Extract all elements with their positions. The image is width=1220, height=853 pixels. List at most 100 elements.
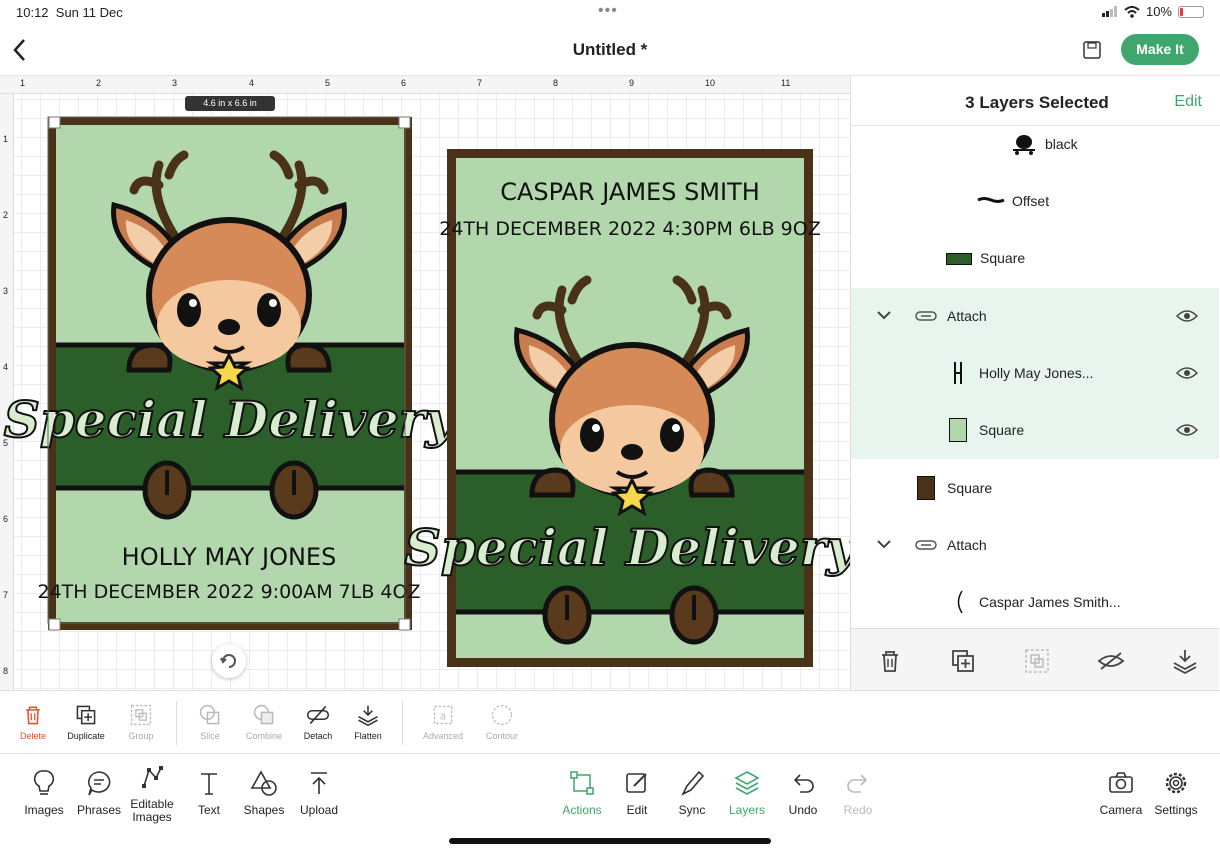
light-green-square-icon	[949, 418, 967, 442]
detach-button[interactable]: Detach	[290, 703, 346, 741]
shapes-label: Shapes	[243, 803, 285, 817]
edit-toolbar: Delete Duplicate Group Slice Combine Det…	[0, 690, 1220, 754]
text-button[interactable]: Text	[179, 768, 239, 817]
camera-label: Camera	[1099, 803, 1143, 817]
layer-group-attach[interactable]: Attach	[851, 517, 1219, 574]
layers-label: Layers	[728, 803, 766, 817]
layers-button[interactable]: Layers	[717, 768, 777, 817]
save-icon[interactable]	[1082, 40, 1102, 60]
toolbar-divider	[176, 701, 177, 745]
flatten-icon[interactable]	[1171, 647, 1199, 675]
duplicate-icon[interactable]	[949, 647, 977, 675]
layer-group-attach[interactable]: Attach	[851, 288, 1219, 345]
slice-button[interactable]: Slice	[182, 703, 238, 741]
attach-icon	[915, 540, 937, 550]
advanced-label: Advanced	[422, 731, 464, 741]
trash-icon	[26, 706, 40, 725]
selection-handle[interactable]	[398, 116, 411, 129]
chevron-down-icon[interactable]	[877, 310, 891, 320]
group-button[interactable]: Group	[113, 703, 169, 741]
editable-images-button[interactable]: Editable Images	[122, 764, 182, 824]
layer-row[interactable]: Offset	[851, 173, 1219, 230]
layer-label: Holly May Jones...	[979, 365, 1094, 381]
undo-icon	[793, 774, 814, 793]
duplicate-button[interactable]: Duplicate	[58, 703, 114, 741]
group-label: Group	[128, 731, 154, 741]
gear-icon	[1165, 772, 1187, 794]
delete-button[interactable]: Delete	[5, 703, 61, 741]
pen-icon	[681, 770, 705, 796]
rotate-icon	[220, 654, 236, 668]
layer-row[interactable]: Square	[851, 230, 1219, 287]
text-icon	[201, 773, 217, 795]
group-icon	[130, 704, 152, 726]
signal-icon	[1101, 6, 1117, 17]
make-it-button[interactable]: Make It	[1121, 34, 1199, 65]
lightbulb-icon	[33, 770, 55, 795]
selection-handle[interactable]	[398, 618, 411, 631]
layer-label: Offset	[1012, 193, 1050, 209]
camera-icon	[1109, 772, 1133, 793]
trash-icon[interactable]	[876, 647, 904, 675]
group-icon[interactable]	[1023, 647, 1051, 675]
battery-percent: 10%	[1145, 4, 1172, 19]
layer-row[interactable]: Caspar James Smith...	[851, 574, 1219, 631]
shapes-icon	[250, 770, 277, 796]
offset-icon	[977, 197, 1005, 203]
settings-label: Settings	[1154, 803, 1198, 817]
selection-handle[interactable]	[48, 116, 61, 129]
layer-row[interactable]: Square	[851, 402, 1219, 459]
layers-edit-button[interactable]: Edit	[1174, 93, 1202, 111]
chevron-down-icon[interactable]	[877, 539, 891, 549]
rotate-handle[interactable]	[212, 644, 246, 678]
actions-label: Actions	[562, 803, 602, 817]
settings-button[interactable]: Settings	[1146, 768, 1206, 817]
phrases-button[interactable]: Phrases	[69, 768, 129, 817]
card2-banner: Special Delivery	[405, 518, 850, 577]
status-right: 10%	[1101, 4, 1204, 19]
contour-icon	[491, 704, 513, 726]
camera-button[interactable]: Camera	[1091, 768, 1151, 817]
undo-label: Undo	[788, 803, 818, 817]
contour-button[interactable]: Contour	[474, 703, 530, 741]
eye-icon[interactable]	[1176, 365, 1198, 381]
editable-images-icon	[142, 766, 163, 788]
home-indicator[interactable]	[449, 838, 771, 844]
selection-handle[interactable]	[48, 618, 61, 631]
upload-button[interactable]: Upload	[289, 768, 349, 817]
hide-icon[interactable]	[1097, 647, 1125, 675]
layer-label: Square	[947, 480, 993, 496]
layer-row[interactable]: black	[851, 116, 1219, 173]
layer-row[interactable]: Square	[851, 460, 1219, 517]
shapes-button[interactable]: Shapes	[234, 768, 294, 817]
images-button[interactable]: Images	[14, 768, 74, 817]
combine-button[interactable]: Combine	[236, 703, 292, 741]
contour-label: Contour	[485, 731, 519, 741]
card1-name: HOLLY MAY JONES	[122, 543, 337, 571]
actions-button[interactable]: Actions	[552, 768, 612, 817]
sync-button[interactable]: Sync	[662, 768, 722, 817]
redo-label: Redo	[843, 803, 873, 817]
text-layer-icon	[954, 362, 962, 384]
speech-bubble-icon	[88, 771, 111, 796]
edit-button[interactable]: Edit	[607, 768, 667, 817]
layer-label: Attach	[947, 537, 987, 553]
combine-label: Combine	[245, 731, 283, 741]
layer-row[interactable]: Holly May Jones...	[851, 345, 1219, 402]
upload-icon	[311, 772, 327, 794]
eye-icon[interactable]	[1176, 422, 1198, 438]
advanced-button[interactable]: a Advanced	[415, 703, 471, 741]
combine-icon	[253, 704, 274, 725]
sync-label: Sync	[678, 803, 706, 817]
layer-label: Caspar James Smith...	[979, 594, 1121, 610]
black-layer-icon	[1013, 135, 1035, 155]
flatten-button[interactable]: Flatten	[340, 703, 396, 741]
eye-icon[interactable]	[1176, 308, 1198, 324]
redo-button[interactable]: Redo	[828, 768, 888, 817]
text-label: Text	[197, 803, 220, 817]
actions-icon	[570, 771, 594, 795]
upload-label: Upload	[299, 803, 339, 817]
images-label: Images	[24, 803, 64, 817]
undo-button[interactable]: Undo	[773, 768, 833, 817]
delete-label: Delete	[19, 731, 46, 741]
